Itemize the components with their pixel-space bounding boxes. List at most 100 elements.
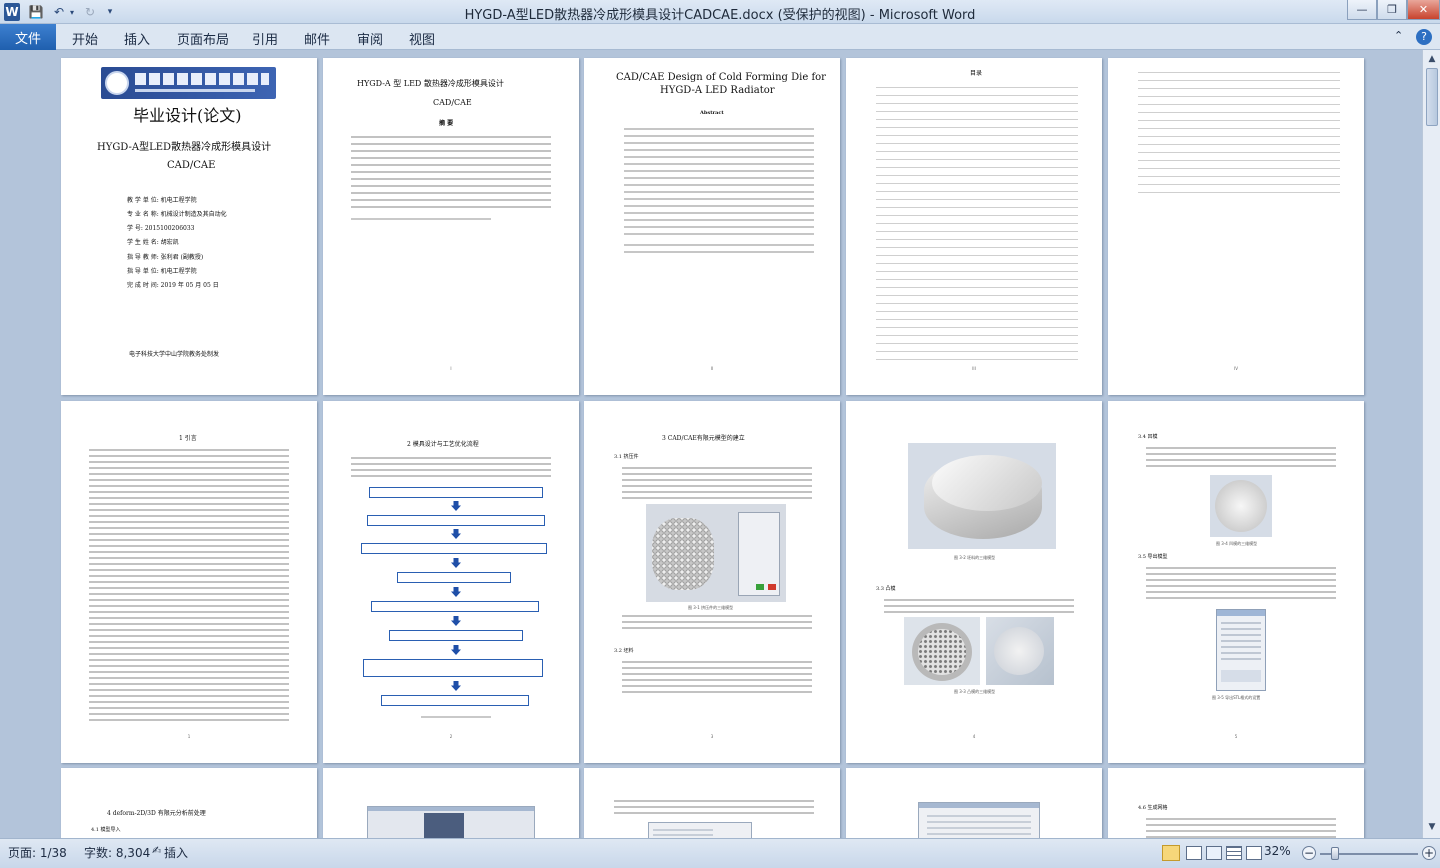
zoom-level[interactable]: 32% bbox=[1264, 844, 1291, 858]
section-3-1-heading: 3.1 挤压件 bbox=[614, 454, 639, 460]
cover-info-2: 专 业 名 称: 机械设计制造及其自动化 bbox=[127, 211, 227, 218]
flow-heading: 2 模具设计与工艺优化流程 bbox=[407, 441, 479, 448]
cover-info-3: 学 号: 2015100206033 bbox=[127, 225, 195, 232]
outline-view-icon[interactable] bbox=[1226, 846, 1242, 860]
scroll-down-icon[interactable]: ▼ bbox=[1425, 820, 1439, 834]
page-toc: 目录 III bbox=[846, 58, 1102, 395]
section-4-1-heading: 4.1 模型导入 bbox=[91, 827, 121, 833]
page-settings bbox=[846, 768, 1102, 838]
section-3-3-text bbox=[884, 599, 1074, 613]
zoom-slider-thumb[interactable] bbox=[1331, 847, 1339, 860]
print-layout-view-icon[interactable] bbox=[1162, 845, 1180, 861]
customize-toolbar-icon[interactable]: ▾ bbox=[104, 3, 116, 21]
figure-3-5-caption: 图 3-5 导出STL格式的设置 bbox=[1212, 695, 1261, 700]
extrusion-model-image bbox=[646, 504, 786, 602]
flow-arrow-icon bbox=[451, 681, 461, 691]
flow-box-8 bbox=[381, 695, 529, 706]
cover-subtitle-2: CAD/CAE bbox=[167, 160, 216, 171]
proofing-icon[interactable]: ✍ bbox=[152, 844, 161, 857]
redo-icon[interactable]: ↻ bbox=[82, 3, 98, 21]
zoom-in-button[interactable]: + bbox=[1422, 846, 1436, 860]
tab-page-layout[interactable]: 页面布局 bbox=[177, 29, 229, 48]
scrollbar-thumb[interactable] bbox=[1426, 68, 1438, 126]
toc-lines-2 bbox=[1138, 68, 1340, 198]
page-import-text bbox=[584, 768, 840, 838]
title-bar: W 💾 ↶ ▾ ↻ ▾ HYGD-A型LED散热器冷成形模具设计CADCAE.d… bbox=[0, 0, 1440, 24]
die-model-image bbox=[1210, 475, 1272, 537]
flow-arrow-icon bbox=[451, 587, 461, 597]
word-logo-icon[interactable]: W bbox=[4, 3, 20, 21]
tab-insert[interactable]: 插入 bbox=[124, 29, 150, 48]
section-3-1-text bbox=[622, 467, 812, 499]
flow-box-7 bbox=[363, 659, 543, 677]
help-icon[interactable]: ? bbox=[1416, 29, 1432, 45]
document-area[interactable]: 毕业设计(论文) HYGD-A型LED散热器冷成形模具设计 CAD/CAE 教 … bbox=[0, 50, 1422, 838]
cover-info-6: 指 导 单 位: 机电工程学院 bbox=[127, 268, 197, 275]
save-icon[interactable]: 💾 bbox=[28, 3, 44, 21]
close-button[interactable]: ✕ bbox=[1407, 0, 1440, 20]
section-3-4-heading: 3.4 凹模 bbox=[1138, 434, 1158, 440]
cover-info-7: 完 成 时 间: 2019 年 05 月 05 日 bbox=[127, 282, 219, 289]
insert-mode[interactable]: 插入 bbox=[164, 844, 188, 861]
figure-3-4-caption: 图 3-4 凹模的三维模型 bbox=[1216, 541, 1258, 546]
tab-home[interactable]: 开始 bbox=[72, 29, 98, 48]
intro-text bbox=[89, 449, 289, 725]
minimize-button[interactable]: — bbox=[1347, 0, 1377, 20]
mesh-text bbox=[1146, 818, 1336, 838]
maximize-button[interactable]: ❐ bbox=[1377, 0, 1407, 20]
page-mesh: 4.6 生成网格 bbox=[1108, 768, 1364, 838]
cover-footer: 电子科技大学中山学院教务处制发 bbox=[129, 351, 220, 358]
vertical-scrollbar[interactable]: ▲ ▼ bbox=[1422, 50, 1440, 838]
window-title: HYGD-A型LED散热器冷成形模具设计CADCAE.docx (受保护的视图)… bbox=[464, 8, 976, 23]
abstract-title-2: CAD/CAE bbox=[433, 98, 472, 107]
section-3-5-heading: 3.5 导出模型 bbox=[1138, 554, 1168, 560]
page-import-model bbox=[323, 768, 579, 838]
toc-lines bbox=[876, 83, 1078, 363]
section-3-heading: 3 CAD/CAE有限元模型的建立 bbox=[662, 435, 745, 442]
page-die-export: 3.4 凹模 图 3-4 凹模的三维模型 3.5 导出模型 图 3-5 导出ST… bbox=[1108, 401, 1364, 763]
tab-view[interactable]: 视图 bbox=[409, 29, 435, 48]
flow-box-4 bbox=[397, 572, 511, 583]
toc-heading: 目录 bbox=[970, 70, 983, 77]
minimize-ribbon-icon[interactable]: ⌃ bbox=[1394, 29, 1403, 42]
word-count[interactable]: 字数: 8,304 bbox=[84, 844, 150, 861]
abstract-text bbox=[351, 136, 551, 208]
punch-model-image-2 bbox=[986, 617, 1054, 685]
ribbon-tabs: 文件 开始 插入 页面布局 引用 邮件 审阅 视图 ⌃ ? bbox=[0, 24, 1440, 50]
abstract-en-text bbox=[624, 128, 814, 236]
tab-mailings[interactable]: 邮件 bbox=[304, 29, 330, 48]
file-tab[interactable]: 文件 bbox=[0, 24, 56, 50]
flow-box-3 bbox=[361, 543, 547, 554]
cover-info-1: 教 学 单 位: 机电工程学院 bbox=[127, 197, 197, 204]
full-screen-reading-icon[interactable] bbox=[1186, 846, 1202, 860]
flow-arrow-icon bbox=[451, 645, 461, 655]
figure-3-2-caption: 图 3-2 坯料的三维模型 bbox=[954, 555, 996, 560]
tab-review[interactable]: 审阅 bbox=[357, 29, 383, 48]
page-intro: 1 引言 1 bbox=[61, 401, 317, 763]
punch-model-image bbox=[904, 617, 980, 685]
intro-heading: 1 引言 bbox=[179, 435, 197, 442]
draft-view-icon[interactable] bbox=[1246, 846, 1262, 860]
abstract-heading: 摘 要 bbox=[439, 120, 454, 127]
scroll-up-icon[interactable]: ▲ bbox=[1425, 52, 1439, 66]
undo-dropdown-icon[interactable]: ▾ bbox=[68, 3, 76, 21]
zoom-out-button[interactable]: − bbox=[1302, 846, 1316, 860]
undo-icon[interactable]: ↶ bbox=[50, 3, 68, 21]
page-cover: 毕业设计(论文) HYGD-A型LED散热器冷成形模具设计 CAD/CAE 教 … bbox=[61, 58, 317, 395]
flow-arrow-icon bbox=[451, 529, 461, 539]
flow-box-5 bbox=[371, 601, 539, 612]
cover-info-5: 指 导 教 师: 张利君 (副教授) bbox=[127, 254, 204, 261]
abstract-en-title-2: HYGD-A LED Radiator bbox=[660, 85, 775, 96]
page-abstract-en: CAD/CAE Design of Cold Forming Die for H… bbox=[584, 58, 840, 395]
flow-arrow-icon bbox=[451, 616, 461, 626]
tab-references[interactable]: 引用 bbox=[252, 29, 278, 48]
flow-box-1 bbox=[369, 487, 543, 498]
section-4-6-heading: 4.6 生成网格 bbox=[1138, 805, 1168, 811]
section-3-2-heading: 3.2 坯料 bbox=[614, 648, 634, 654]
flow-box-6 bbox=[389, 630, 523, 641]
page-count[interactable]: 页面: 1/38 bbox=[8, 844, 67, 861]
figure-3-3-caption: 图 3-3 凸模的三维模型 bbox=[954, 689, 996, 694]
web-layout-icon[interactable] bbox=[1206, 846, 1222, 860]
page-abstract-cn: HYGD-A 型 LED 散热器冷成形模具设计 CAD/CAE 摘 要 I bbox=[323, 58, 579, 395]
section-4-heading: 4 deform-2D/3D 有限元分析前处理 bbox=[107, 810, 206, 817]
